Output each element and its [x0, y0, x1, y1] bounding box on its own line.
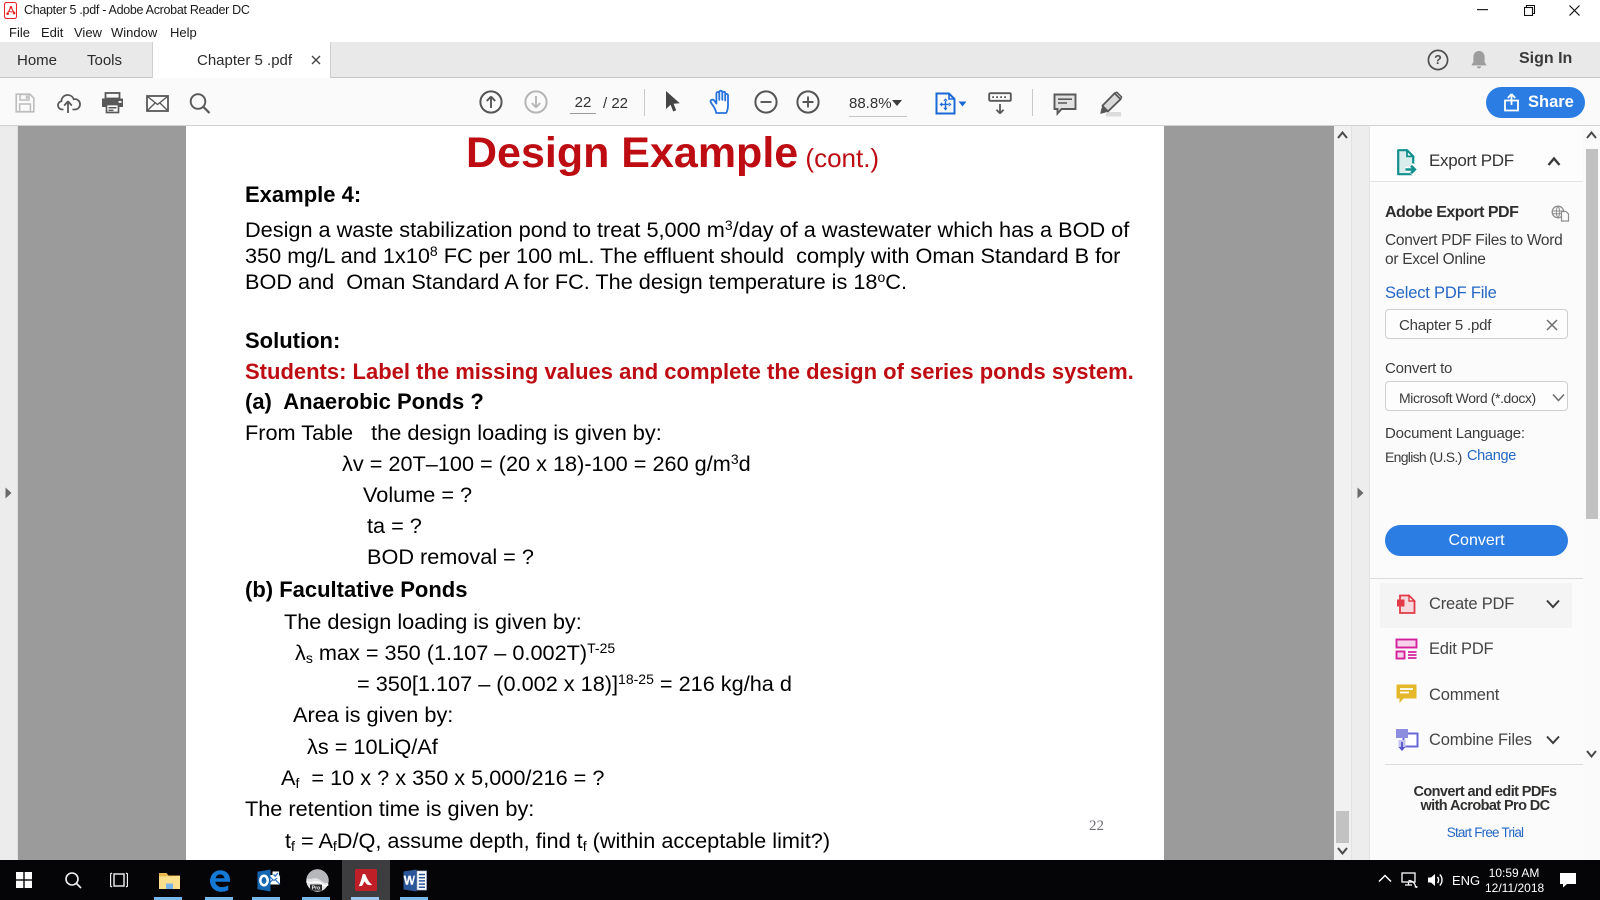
svg-text:?: ? — [1434, 53, 1442, 67]
svg-text:Pro: Pro — [312, 886, 320, 892]
